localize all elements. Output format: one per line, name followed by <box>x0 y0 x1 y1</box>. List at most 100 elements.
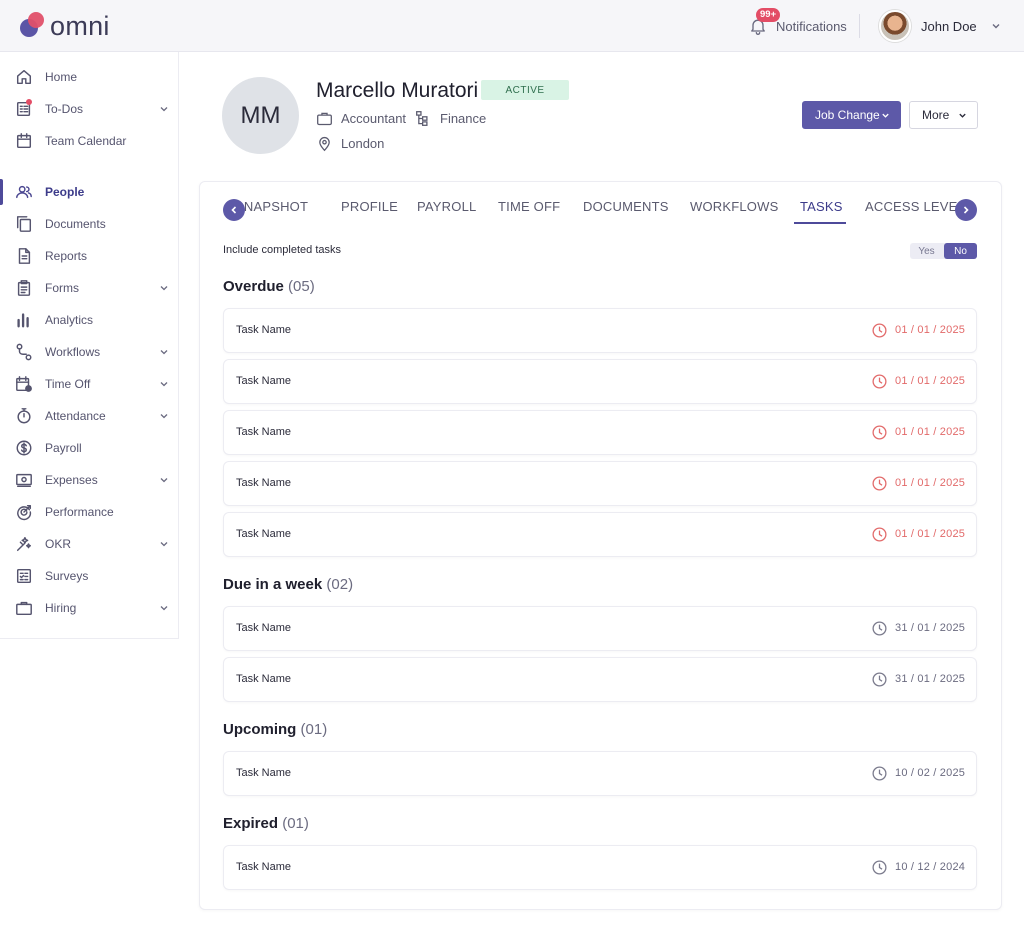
tabs-scroll-right-button[interactable] <box>955 199 977 221</box>
sidebar-item-label: Performance <box>45 505 114 519</box>
task-due-date: 01 / 01 / 2025 <box>895 528 966 540</box>
okr-icon <box>15 535 33 553</box>
job-change-button[interactable]: Job Change <box>802 101 901 129</box>
tabs-scroll-left-button[interactable] <box>223 199 245 221</box>
notifications-button[interactable]: 99+ Notifications <box>748 8 847 40</box>
section-label: Overdue <box>223 278 284 295</box>
time-off-icon <box>15 375 33 393</box>
task-row[interactable]: Task Name 10 / 02 / 2025 <box>223 751 977 796</box>
sidebar-item-label: Reports <box>45 249 88 263</box>
task-row[interactable]: Task Name 01 / 01 / 2025 <box>223 308 977 353</box>
tab-profile[interactable]: PROFILE <box>341 199 398 214</box>
sidebar-item-payroll[interactable]: Payroll <box>0 433 179 463</box>
notifications-badge: 99+ <box>756 8 781 22</box>
sidebar-item-label: People <box>45 185 85 199</box>
sidebar-item-label: Forms <box>45 281 79 295</box>
chevron-down-icon <box>160 478 168 483</box>
task-name: Task Name <box>236 324 292 336</box>
clock-icon <box>871 859 888 876</box>
todos-indicator <box>26 99 32 105</box>
section-label: Expired <box>223 815 279 832</box>
logo-text: omni <box>50 10 110 41</box>
sidebar-item-okr[interactable]: OKR <box>0 529 179 559</box>
task-row[interactable]: Task Name 01 / 01 / 2025 <box>223 461 977 506</box>
dollar-icon <box>15 439 33 457</box>
sidebar-item-documents[interactable]: Documents <box>0 209 179 239</box>
expenses-icon <box>15 471 33 489</box>
tab-tasks[interactable]: TASKS <box>800 199 843 214</box>
topbar-divider <box>859 14 860 38</box>
sidebar-item-label: Attendance <box>45 409 106 423</box>
clock-icon <box>871 671 888 688</box>
task-name: Task Name <box>236 673 292 685</box>
sidebar-item-attendance[interactable]: Attendance <box>0 401 179 431</box>
sidebar-item-label: Team Calendar <box>45 134 127 148</box>
section-title-overdue: Overdue (05) <box>223 278 315 295</box>
profile-role: Accountant <box>316 108 406 128</box>
sidebar-item-performance[interactable]: Performance <box>0 497 179 527</box>
task-row[interactable]: Task Name 31 / 01 / 2025 <box>223 606 977 651</box>
task-name: Task Name <box>236 622 292 634</box>
calendar-icon <box>15 132 33 150</box>
location-pin-icon <box>319 136 330 151</box>
sidebar-item-label: Home <box>45 70 78 84</box>
task-row[interactable]: Task Name 01 / 01 / 2025 <box>223 512 977 557</box>
task-row[interactable]: Task Name 31 / 01 / 2025 <box>223 657 977 702</box>
tab-workflows[interactable]: WORKFLOWS <box>690 199 778 214</box>
sidebar-item-label: Expenses <box>45 473 98 487</box>
user-menu[interactable]: John Doe <box>879 9 1001 43</box>
profile-avatar: MM <box>222 77 299 154</box>
include-completed-toggle[interactable]: Yes No <box>910 243 977 259</box>
tab-payroll[interactable]: PAYROLL <box>417 199 476 214</box>
app-logo[interactable]: omni <box>18 10 110 42</box>
sidebar-item-home[interactable]: Home <box>0 62 179 92</box>
chevron-down-icon <box>160 414 168 419</box>
chevron-down-icon <box>160 382 168 387</box>
sidebar-item-expenses[interactable]: Expenses <box>0 465 179 495</box>
clock-icon <box>871 526 888 543</box>
bell-icon: 99+ <box>748 8 781 37</box>
task-name: Task Name <box>236 861 292 873</box>
notifications-label: Notifications <box>776 18 847 34</box>
sidebar-item-label: Documents <box>45 217 106 231</box>
task-row[interactable]: Task Name 01 / 01 / 2025 <box>223 410 977 455</box>
profile-location-label: London <box>341 135 385 151</box>
workflows-icon <box>15 343 33 361</box>
task-due-date: 31 / 01 / 2025 <box>895 622 966 634</box>
tab-time-off[interactable]: TIME OFF <box>498 199 560 214</box>
performance-icon <box>15 503 33 521</box>
sidebar-item-workflows[interactable]: Workflows <box>0 337 179 367</box>
sidebar-item-label: Workflows <box>45 345 101 359</box>
sidebar-item-people[interactable]: People <box>0 177 179 207</box>
tab-snapshot[interactable]: SNAPSHOT <box>235 199 308 214</box>
chevron-left-icon <box>231 206 237 214</box>
sidebar-item-hiring[interactable]: Hiring <box>0 593 179 623</box>
task-due-date: 01 / 01 / 2025 <box>895 324 966 336</box>
clock-icon <box>871 620 888 637</box>
sidebar-item-todos[interactable]: To-Dos <box>0 94 179 124</box>
sidebar-item-team-calendar[interactable]: Team Calendar <box>0 126 179 156</box>
sidebar-item-analytics[interactable]: Analytics <box>0 305 179 335</box>
sidebar-item-label: OKR <box>45 537 72 551</box>
tab-documents[interactable]: DOCUMENTS <box>583 199 669 214</box>
stopwatch-icon <box>15 407 33 425</box>
people-icon <box>15 183 33 201</box>
task-due-date: 01 / 01 / 2025 <box>895 426 966 438</box>
section-count: (05) <box>288 278 315 295</box>
task-row[interactable]: Task Name 01 / 01 / 2025 <box>223 359 977 404</box>
sidebar-item-reports[interactable]: Reports <box>0 241 179 271</box>
reports-icon <box>15 247 33 265</box>
sidebar-item-forms[interactable]: Forms <box>0 273 179 303</box>
toggle-yes[interactable]: Yes <box>910 243 943 259</box>
sidebar-item-time-off[interactable]: Time Off <box>0 369 179 399</box>
task-name: Task Name <box>236 528 292 540</box>
clock-icon <box>871 765 888 782</box>
profile-role-label: Accountant <box>341 110 407 126</box>
section-label: Upcoming <box>223 721 297 738</box>
toggle-no[interactable]: No <box>944 243 977 259</box>
sidebar-item-surveys[interactable]: Surveys <box>0 561 179 591</box>
more-button[interactable]: More <box>909 101 978 129</box>
tab-access-level[interactable]: ACCESS LEVEL <box>865 199 965 214</box>
job-change-label: Job Change <box>815 108 880 122</box>
task-row[interactable]: Task Name 10 / 12 / 2024 <box>223 845 977 890</box>
